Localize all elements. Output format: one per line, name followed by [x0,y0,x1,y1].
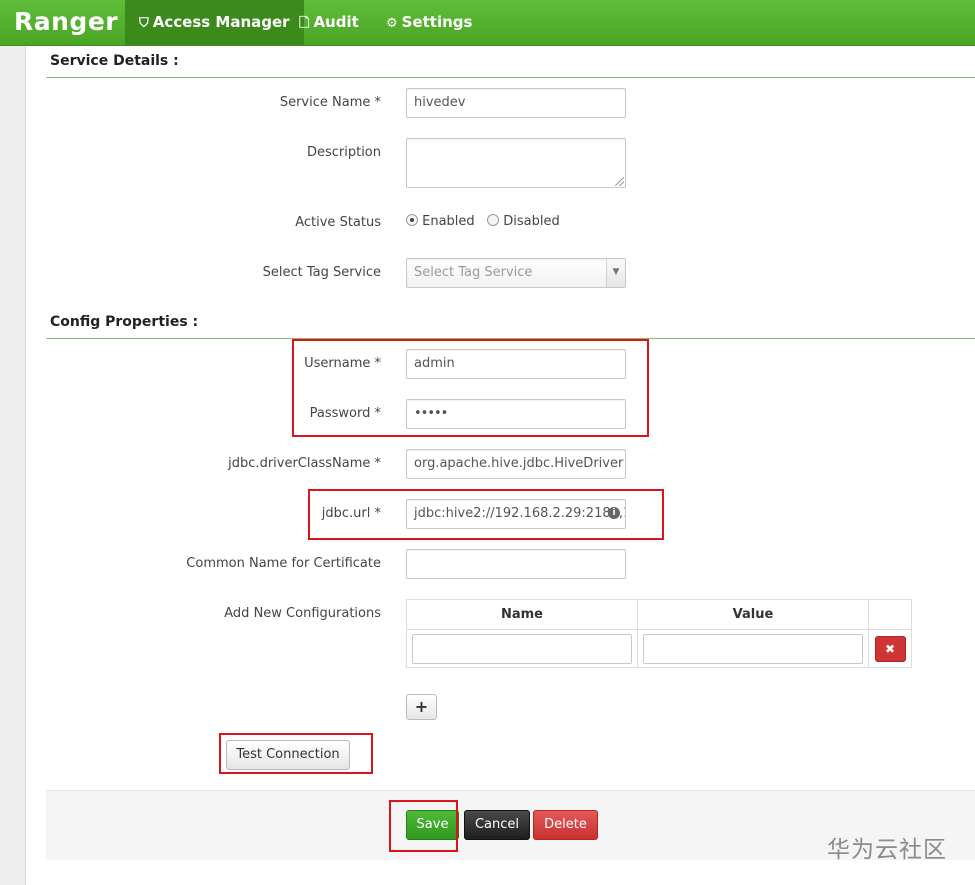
table-header-row: Name Value [406,599,912,630]
driver-class-input[interactable]: org.apache.hive.jdbc.HiveDriver [406,449,626,479]
common-name-input[interactable] [406,549,626,579]
column-header-name: Name [406,599,638,630]
driver-class-label: jdbc.driverClassName * [228,456,381,471]
config-value-input[interactable] [643,633,863,664]
disabled-label[interactable]: Disabled [503,214,559,229]
column-header-actions [868,599,912,630]
disabled-radio[interactable] [487,214,500,226]
config-name-input[interactable] [412,633,632,664]
enabled-label[interactable]: Enabled [422,214,475,229]
nav-access-manager-label: Access Manager [152,13,290,31]
description-textarea[interactable] [406,138,626,188]
config-properties-title: Config Properties : [50,314,199,330]
brand-logo[interactable]: Ranger [14,7,118,36]
document-icon: 🗋 [299,16,310,31]
service-name-label: Service Name * [279,95,381,110]
action-cell: ✖ [868,629,912,668]
enabled-radio[interactable] [406,214,418,226]
column-header-value: Value [637,599,869,630]
highlight-box-jdbc-url [308,489,664,540]
add-config-label: Add New Configurations [224,606,381,621]
remove-row-button[interactable]: ✖ [874,635,906,662]
value-cell [637,629,869,668]
active-status-radios: Enabled Disabled [406,214,560,229]
highlight-box-test-connection [219,733,373,774]
tag-service-placeholder: Select Tag Service [414,265,533,280]
nav-access-manager[interactable]: ⛉ Access Manager [125,0,304,45]
section-divider [46,77,975,78]
cancel-button[interactable]: Cancel [464,810,530,840]
service-name-input[interactable]: hivedev [406,88,626,118]
nav-settings-label: Settings [401,13,473,31]
watermark: 华为云社区 [827,837,947,863]
description-label: Description [306,145,381,160]
shield-icon: ⛉ [139,16,149,31]
left-rail [0,46,26,885]
top-navbar: Ranger ⛉ Access Manager 🗋 Audit ⚙ Settings [0,0,975,46]
tag-service-select[interactable]: Select Tag Service ▼ [406,258,626,288]
tag-service-label: Select Tag Service [262,265,381,280]
nav-settings[interactable]: ⚙ Settings [372,0,486,45]
gear-icon: ⚙ [386,16,398,31]
highlight-box-save [389,800,458,852]
nav-audit[interactable]: 🗋 Audit [285,0,373,45]
add-row-button[interactable]: + [406,694,437,720]
highlight-box-credentials [292,339,649,437]
plus-icon: + [414,697,429,716]
service-details-title: Service Details : [50,53,179,69]
config-table: Name Value ✖ [406,599,912,668]
chevron-down-icon[interactable]: ▼ [606,259,625,287]
nav-audit-label: Audit [313,13,359,31]
resize-grip-icon[interactable] [615,177,624,186]
table-row: ✖ [406,629,912,668]
name-cell [406,629,638,668]
close-icon: ✖ [884,641,896,656]
active-status-label: Active Status [295,215,381,230]
common-name-label: Common Name for Certificate [186,556,381,571]
delete-button[interactable]: Delete [533,810,598,840]
